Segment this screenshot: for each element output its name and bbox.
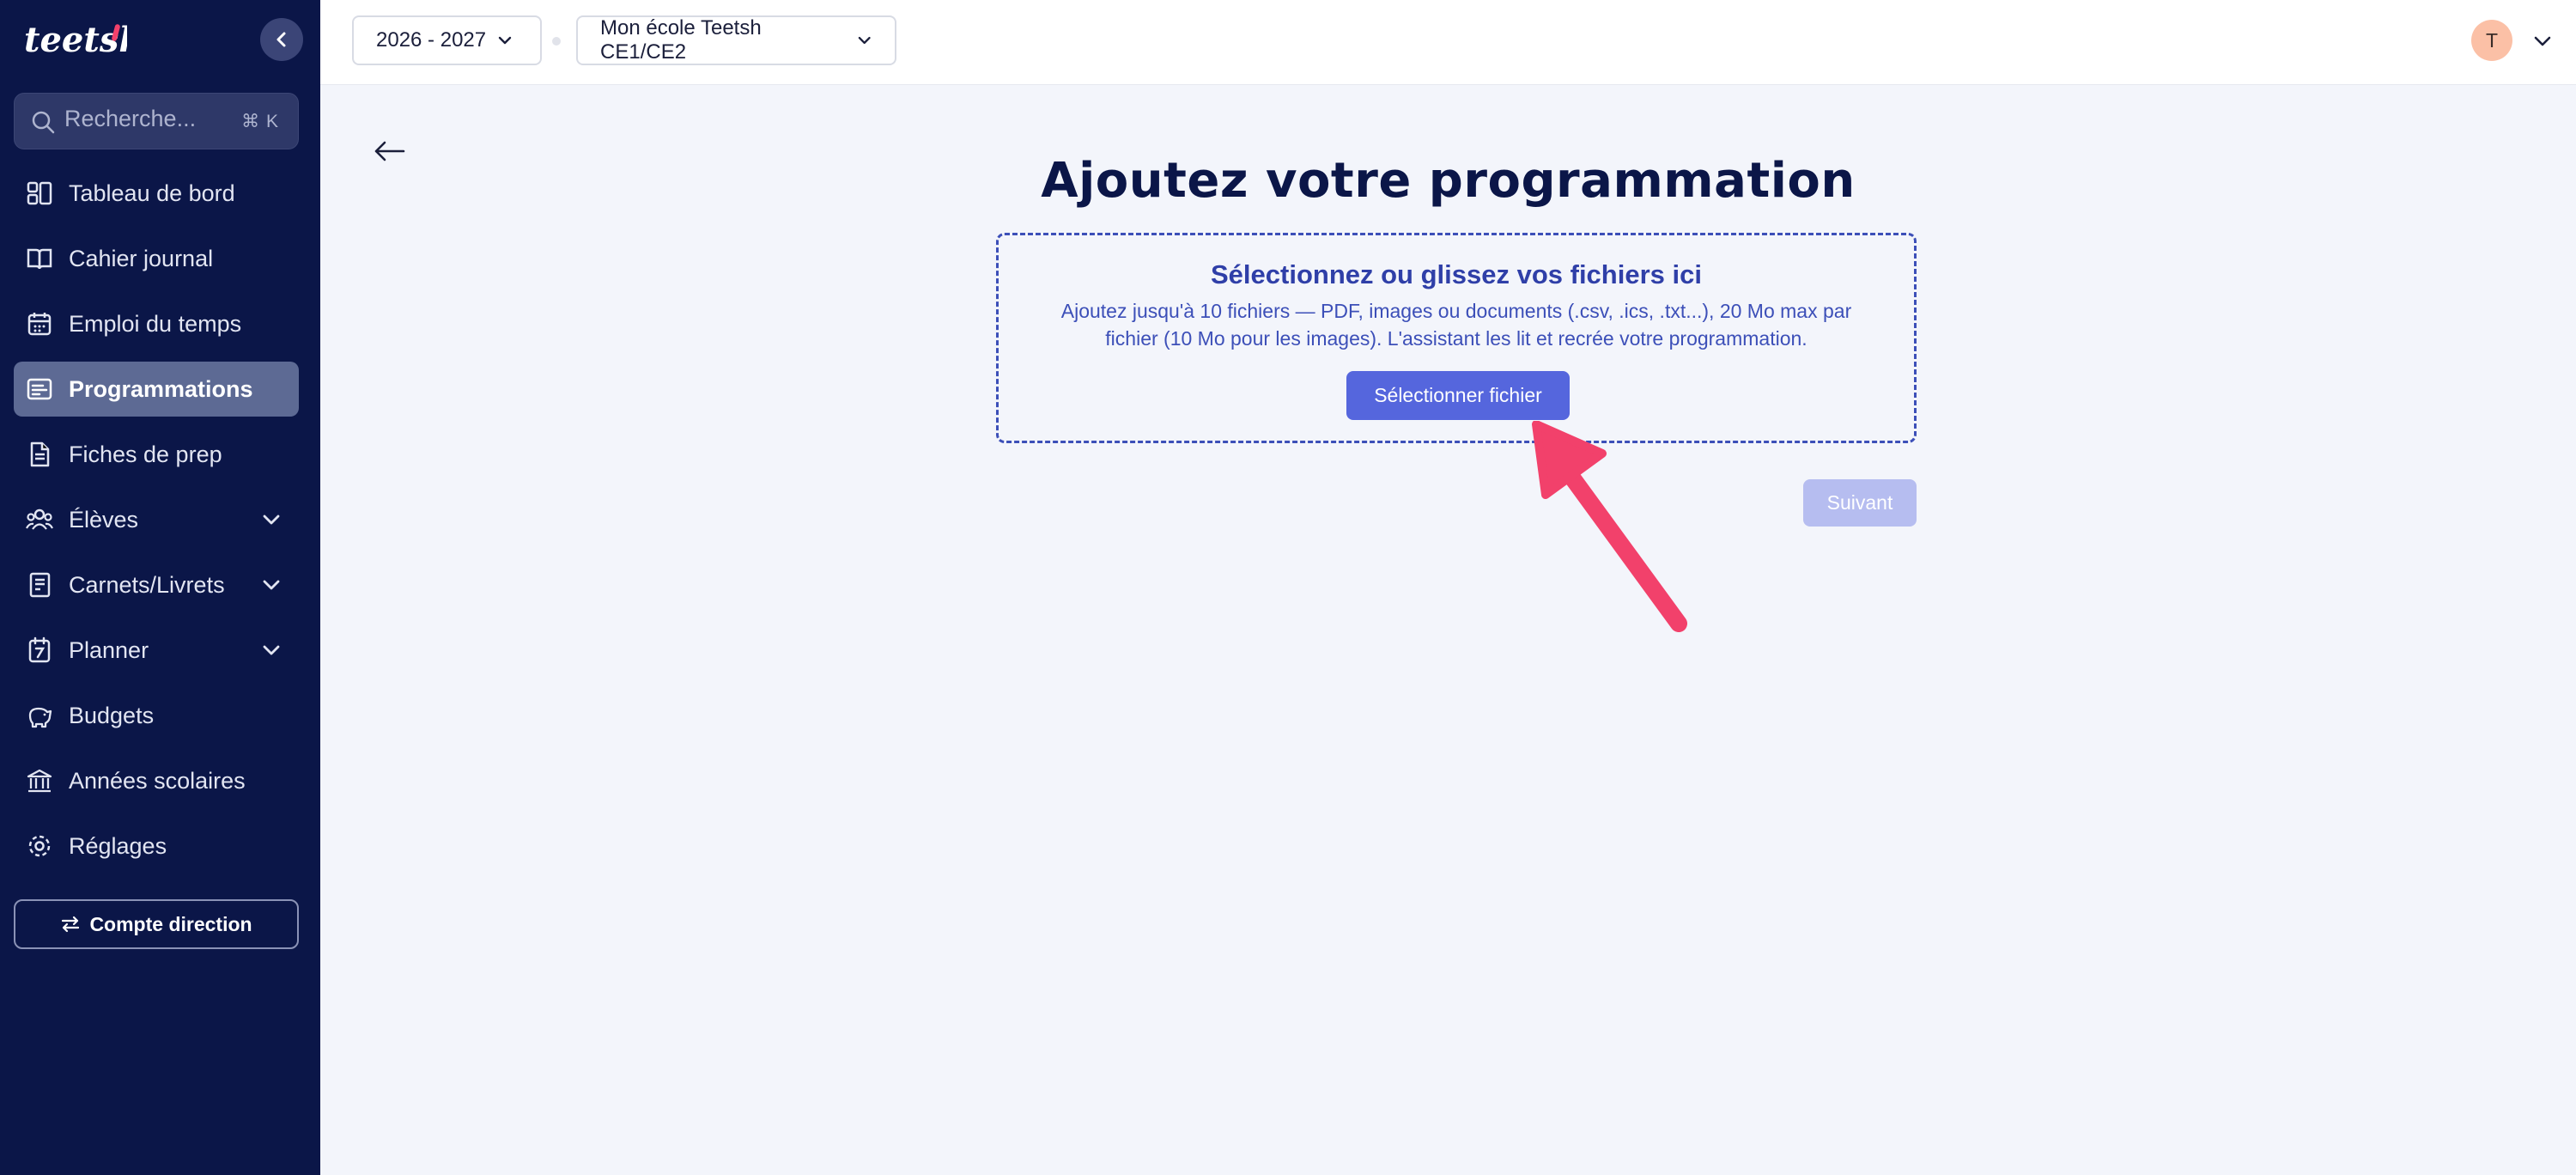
sidebar-item-planner[interactable]: Planner: [14, 623, 299, 678]
annotation-arrow-icon: [1532, 421, 1687, 632]
chevron-down-icon: [263, 645, 280, 655]
sidebar-item-label: Années scolaires: [69, 768, 246, 794]
document-icon: [30, 441, 50, 467]
sidebar-item-label: Planner: [69, 637, 149, 663]
avatar-initial: T: [2485, 28, 2499, 52]
chevron-down-icon: [858, 36, 871, 45]
sidebar-item-label: Tableau de bord: [69, 180, 235, 206]
search-input[interactable]: Recherche... ⌘ K: [14, 93, 299, 149]
collapse-sidebar-button[interactable]: [260, 18, 303, 61]
gear-icon: [28, 835, 51, 857]
next-button[interactable]: Suivant: [1803, 479, 1917, 527]
school-select-value: Mon école Teetsh CE1/CE2: [600, 16, 762, 64]
school-select[interactable]: Mon école Teetsh CE1/CE2: [576, 15, 896, 65]
year-select[interactable]: 2026 - 2027: [352, 15, 542, 65]
dropzone-title: Sélectionnez ou glissez vos fichiers ici: [1211, 259, 1702, 289]
account-menu-chevron-icon[interactable]: [2531, 30, 2554, 52]
chevron-down-icon: [263, 514, 280, 525]
file-dropzone[interactable]: Sélectionnez ou glissez vos fichiers ici…: [996, 233, 1917, 443]
select-file-button[interactable]: Sélectionner fichier: [1346, 371, 1570, 420]
sidebar-item-label: Programmations: [69, 376, 253, 402]
sidebar-item-emploi-du-temps[interactable]: Emploi du temps: [14, 296, 299, 351]
school-icon: [27, 769, 52, 793]
sidebar-item-tableau-de-bord[interactable]: Tableau de bord: [14, 166, 299, 221]
sidebar-item-budgets[interactable]: Budgets: [14, 688, 299, 743]
sidebar-item-annees-scolaires[interactable]: Années scolaires: [14, 753, 299, 808]
book-icon: [27, 248, 52, 270]
calendar-icon: [27, 313, 52, 336]
programmations-icon: [27, 378, 52, 400]
svg-text:teetsh: teetsh: [24, 20, 127, 60]
sidebar-item-reglages[interactable]: Réglages: [14, 819, 299, 874]
sidebar-item-fiches-de-prep[interactable]: Fiches de prep: [14, 427, 299, 482]
sidebar-item-label: Carnets/Livrets: [69, 572, 225, 598]
chevron-left-icon: [276, 32, 286, 47]
dropzone-description: Ajoutez jusqu'à 10 fichiers — PDF, image…: [1060, 300, 1852, 350]
year-select-value: 2026 - 2027: [376, 28, 487, 52]
sidebar-item-programmations[interactable]: Programmations: [14, 362, 299, 417]
sidebar-item-label: Réglages: [69, 833, 167, 859]
sidebar-item-label: Fiches de prep: [69, 441, 222, 467]
switch-arrows-icon: [62, 916, 80, 933]
page-title: Ajoutez votre programmation: [1041, 152, 1856, 209]
sidebar-item-eleves[interactable]: Élèves: [14, 492, 299, 547]
compte-direction-label: Compte direction: [89, 912, 252, 935]
teetsh-logo[interactable]: teetsh: [24, 15, 127, 64]
search-shortcut: ⌘ K: [241, 112, 279, 131]
sidebar-item-label: Cahier journal: [69, 246, 214, 271]
compte-direction-button[interactable]: Compte direction: [14, 899, 299, 949]
notebook-icon: [29, 572, 51, 598]
sidebar-item-label: Élèves: [69, 507, 139, 533]
students-icon: [26, 508, 53, 530]
sidebar-item-cahier-journal[interactable]: Cahier journal: [14, 231, 299, 286]
chevron-down-icon: [263, 580, 280, 590]
search-icon: [32, 111, 55, 134]
dashboard-icon: [27, 181, 52, 205]
chevron-down-icon: [498, 36, 512, 45]
sidebar-item-label: Emploi du temps: [69, 311, 242, 337]
planner-icon: [28, 636, 51, 663]
avatar[interactable]: T: [2471, 20, 2512, 61]
sidebar: teetsh Recherche... ⌘ K Tableau de bord …: [0, 0, 320, 1175]
piggy-bank-icon: [28, 707, 52, 728]
sidebar-item-carnets-livrets[interactable]: Carnets/Livrets: [14, 557, 299, 612]
separator-dot: [552, 37, 561, 46]
search-placeholder: Recherche...: [64, 106, 197, 131]
sidebar-item-label: Budgets: [69, 703, 155, 728]
topbar: 2026 - 2027 Mon école Teetsh CE1/CE2 T: [320, 0, 2576, 85]
